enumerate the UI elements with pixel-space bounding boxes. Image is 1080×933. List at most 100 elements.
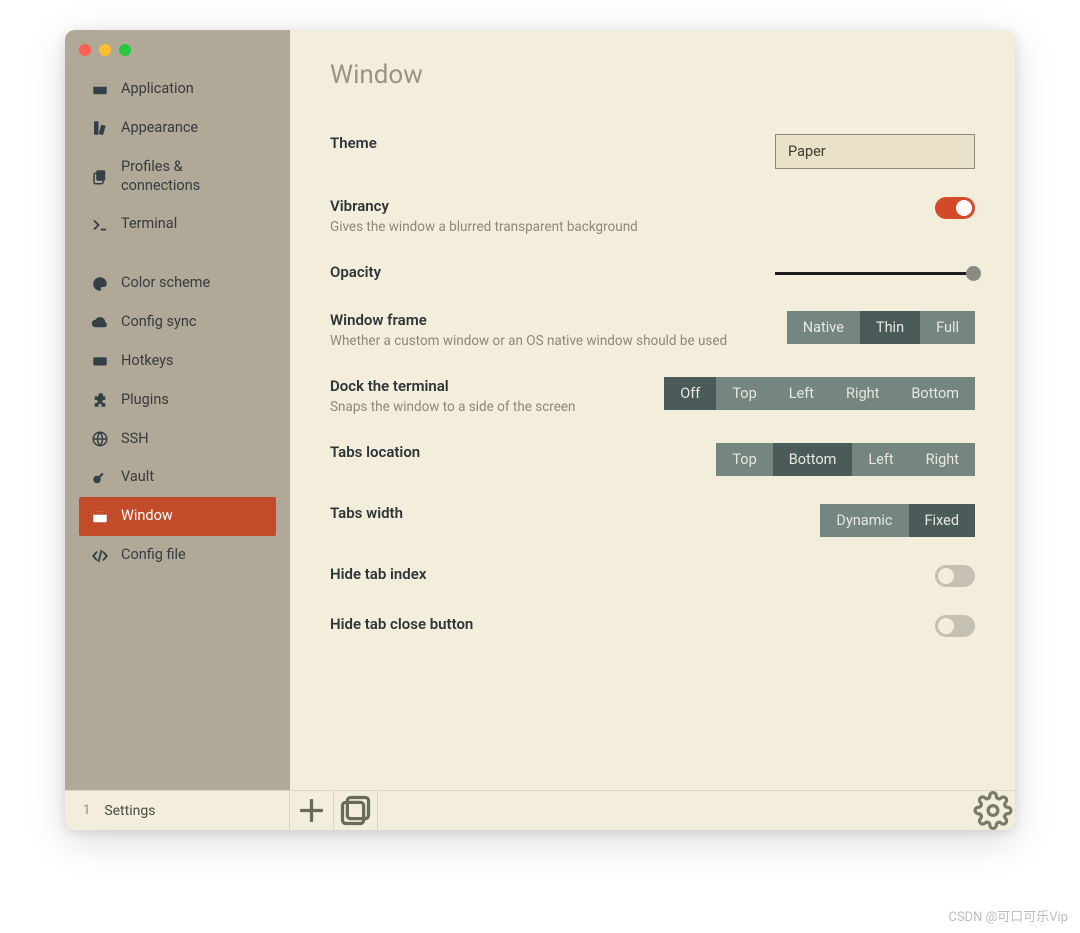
sidebar-item-label: Application bbox=[121, 80, 194, 99]
sidebar-item-appearance[interactable]: Appearance bbox=[79, 109, 276, 148]
hide-close-label: Hide tab close button bbox=[330, 615, 473, 633]
row-hide-index: Hide tab index bbox=[330, 551, 975, 601]
hide-close-toggle[interactable] bbox=[935, 615, 975, 637]
puzzle-icon bbox=[91, 391, 109, 409]
dock-desc: Snaps the window to a side of the screen bbox=[330, 399, 576, 415]
seg-option-fixed[interactable]: Fixed bbox=[909, 504, 975, 537]
sidebar-item-label: Vault bbox=[121, 468, 154, 487]
window-icon bbox=[91, 80, 109, 98]
sidebar-item-label: Appearance bbox=[121, 119, 198, 138]
copy-icon bbox=[91, 168, 109, 186]
tabs-width-label: Tabs width bbox=[330, 504, 403, 522]
row-tabs-location: Tabs location TopBottomLeftRight bbox=[330, 429, 975, 490]
status-spacer bbox=[378, 791, 971, 830]
traffic-lights bbox=[65, 40, 290, 70]
seg-option-right[interactable]: Right bbox=[910, 443, 975, 476]
sidebar-item-label: Hotkeys bbox=[121, 352, 174, 371]
row-dock: Dock the terminal Snaps the window to a … bbox=[330, 363, 975, 429]
seg-option-bottom[interactable]: Bottom bbox=[773, 443, 853, 476]
sidebar-item-label: Plugins bbox=[121, 391, 169, 410]
seg-option-top[interactable]: Top bbox=[716, 443, 772, 476]
seg-option-full[interactable]: Full bbox=[920, 311, 975, 344]
row-theme: Theme Paper bbox=[330, 120, 975, 183]
sidebar-item-vault[interactable]: Vault bbox=[79, 458, 276, 497]
keyboard-icon bbox=[91, 352, 109, 370]
theme-label: Theme bbox=[330, 134, 377, 152]
hide-index-toggle[interactable] bbox=[935, 565, 975, 587]
key-icon bbox=[91, 469, 109, 487]
seg-option-right[interactable]: Right bbox=[830, 377, 895, 410]
sidebar-item-terminal[interactable]: Terminal bbox=[79, 205, 276, 244]
statusbar: 1 Settings bbox=[65, 790, 1015, 830]
seg-option-native[interactable]: Native bbox=[787, 311, 860, 344]
theme-value: Paper bbox=[788, 143, 826, 160]
new-tab-button[interactable] bbox=[290, 791, 334, 830]
tabs-location-label: Tabs location bbox=[330, 443, 420, 461]
seg-option-left[interactable]: Left bbox=[852, 443, 909, 476]
sidebar-item-label: Profiles & connections bbox=[121, 158, 264, 196]
slider-thumb[interactable] bbox=[966, 266, 981, 281]
sidebar-item-ssh[interactable]: SSH bbox=[79, 420, 276, 459]
dock-segmented: OffTopLeftRightBottom bbox=[664, 377, 975, 410]
sidebar-item-label: Window bbox=[121, 507, 173, 526]
tabs-location-segmented: TopBottomLeftRight bbox=[716, 443, 975, 476]
tab-label: Settings bbox=[104, 803, 155, 819]
sidebar-item-label: Config sync bbox=[121, 313, 196, 332]
close-window-button[interactable] bbox=[79, 44, 91, 56]
row-tabs-width: Tabs width DynamicFixed bbox=[330, 490, 975, 551]
terminal-icon bbox=[91, 216, 109, 234]
sidebar-item-color-scheme[interactable]: Color scheme bbox=[79, 264, 276, 303]
theme-select[interactable]: Paper bbox=[775, 134, 975, 169]
content-pane: Window Theme Paper Vibrancy Gives the wi… bbox=[290, 30, 1015, 790]
row-window-frame: Window frame Whether a custom window or … bbox=[330, 297, 975, 363]
vibrancy-toggle[interactable] bbox=[935, 197, 975, 219]
hide-index-label: Hide tab index bbox=[330, 565, 426, 583]
minimize-window-button[interactable] bbox=[99, 44, 111, 56]
globe-icon bbox=[91, 430, 109, 448]
seg-option-off[interactable]: Off bbox=[664, 377, 716, 410]
tabs-width-segmented: DynamicFixed bbox=[820, 504, 975, 537]
sidebar-item-label: SSH bbox=[121, 430, 149, 449]
sidebar-item-config-sync[interactable]: Config sync bbox=[79, 303, 276, 342]
frame-segmented: NativeThinFull bbox=[787, 311, 975, 344]
code-icon bbox=[91, 547, 109, 565]
vibrancy-desc: Gives the window a blurred transparent b… bbox=[330, 219, 638, 235]
maximize-window-button[interactable] bbox=[119, 44, 131, 56]
row-opacity: Opacity bbox=[330, 249, 975, 297]
window-icon bbox=[91, 508, 109, 526]
sidebar-item-hotkeys[interactable]: Hotkeys bbox=[79, 342, 276, 381]
palette-icon bbox=[91, 275, 109, 293]
seg-option-left[interactable]: Left bbox=[773, 377, 830, 410]
sidebar: Application Appearance Profiles & connec… bbox=[65, 30, 290, 790]
windows-button[interactable] bbox=[334, 791, 378, 830]
seg-option-top[interactable]: Top bbox=[716, 377, 772, 410]
opacity-label: Opacity bbox=[330, 263, 381, 281]
nav: Application Appearance Profiles & connec… bbox=[65, 70, 290, 595]
sidebar-item-label: Config file bbox=[121, 546, 186, 565]
seg-option-dynamic[interactable]: Dynamic bbox=[820, 504, 908, 537]
swatch-icon bbox=[91, 119, 109, 137]
dock-label: Dock the terminal bbox=[330, 377, 576, 395]
sidebar-item-window[interactable]: Window bbox=[79, 497, 276, 536]
seg-option-bottom[interactable]: Bottom bbox=[895, 377, 975, 410]
seg-option-thin[interactable]: Thin bbox=[860, 311, 920, 344]
cloud-icon bbox=[91, 313, 109, 331]
vibrancy-label: Vibrancy bbox=[330, 197, 638, 215]
slider-track bbox=[775, 272, 975, 275]
settings-gear-button[interactable] bbox=[971, 791, 1015, 830]
tab-settings[interactable]: 1 Settings bbox=[65, 791, 290, 830]
watermark: CSDN @可口可乐Vip bbox=[948, 906, 1068, 925]
main-row: Application Appearance Profiles & connec… bbox=[65, 30, 1015, 790]
frame-desc: Whether a custom window or an OS native … bbox=[330, 333, 727, 349]
row-vibrancy: Vibrancy Gives the window a blurred tran… bbox=[330, 183, 975, 249]
frame-label: Window frame bbox=[330, 311, 727, 329]
app-window: Application Appearance Profiles & connec… bbox=[65, 30, 1015, 830]
sidebar-item-label: Color scheme bbox=[121, 274, 210, 293]
page-title: Window bbox=[330, 60, 975, 90]
sidebar-item-profiles[interactable]: Profiles & connections bbox=[79, 148, 276, 206]
opacity-slider[interactable] bbox=[775, 263, 975, 283]
sidebar-item-config-file[interactable]: Config file bbox=[79, 536, 276, 575]
sidebar-item-application[interactable]: Application bbox=[79, 70, 276, 109]
sidebar-item-plugins[interactable]: Plugins bbox=[79, 381, 276, 420]
row-hide-close: Hide tab close button bbox=[330, 601, 975, 651]
